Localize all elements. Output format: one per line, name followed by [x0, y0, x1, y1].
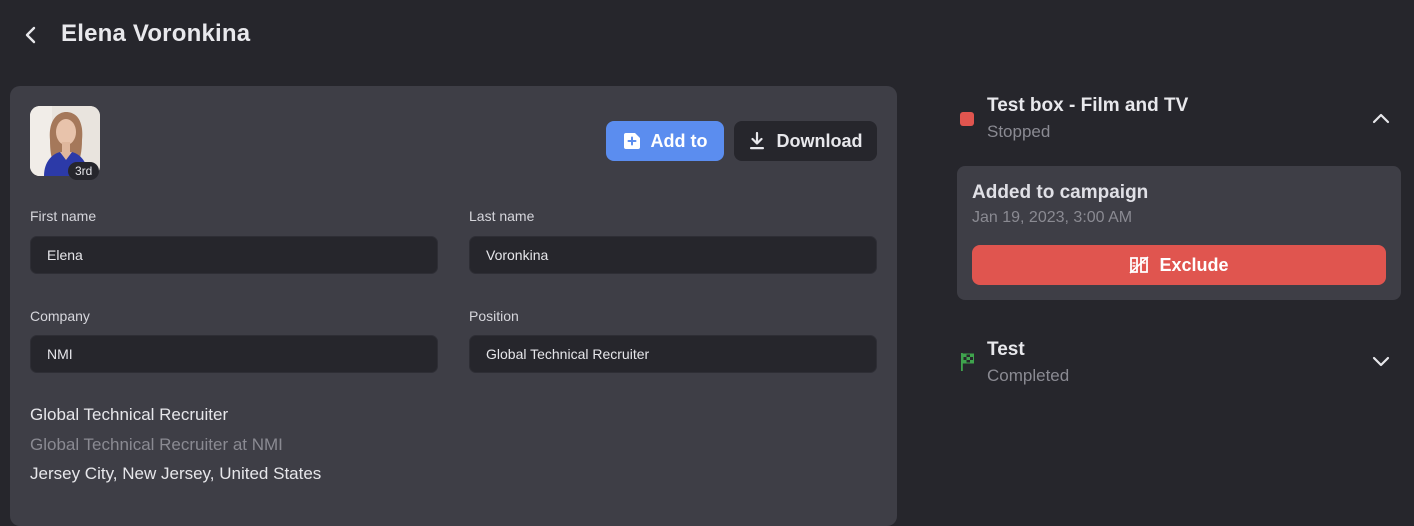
- campaign-item-test-box[interactable]: Test box - Film and TV Stopped: [958, 86, 1398, 156]
- finish-flag-icon: [961, 353, 974, 371]
- campaign-status: Completed: [987, 366, 1070, 385]
- chevron-down-icon[interactable]: [1370, 350, 1392, 372]
- company-field[interactable]: NMI: [30, 335, 438, 373]
- download-button[interactable]: Download: [734, 121, 877, 161]
- first-name-field[interactable]: Elena: [30, 236, 438, 274]
- exclude-icon: [1129, 256, 1150, 274]
- add-to-icon: [623, 133, 640, 149]
- campaign-event-title: Added to campaign: [972, 182, 1149, 203]
- campaign-status: Stopped: [987, 122, 1051, 141]
- position-field[interactable]: Global Technical Recruiter: [469, 335, 877, 373]
- page-header: Elena Voronkina: [0, 0, 1414, 72]
- campaign-details-panel: Added to campaign Jan 19, 2023, 3:00 AM …: [957, 166, 1401, 300]
- add-to-label: Add to: [650, 130, 708, 151]
- chevron-up-icon[interactable]: [1370, 108, 1392, 130]
- campaign-item-test[interactable]: Test Completed: [958, 330, 1398, 400]
- last-name-label: Last name: [469, 208, 535, 224]
- location: Jersey City, New Jersey, United States: [30, 464, 322, 483]
- download-icon: [749, 132, 764, 150]
- exclude-label: Exclude: [1159, 254, 1229, 275]
- headline: Global Technical Recruiter: [30, 405, 229, 424]
- company-label: Company: [30, 308, 90, 324]
- campaign-title: Test box - Film and TV: [987, 95, 1189, 116]
- headline-company: Global Technical Recruiter at NMI: [30, 435, 283, 454]
- stopped-status-icon: [960, 112, 974, 126]
- last-name-field[interactable]: Voronkina: [469, 236, 877, 274]
- position-label: Position: [469, 308, 519, 324]
- back-arrow-icon: [25, 26, 36, 44]
- avatar-container: 3rd: [30, 106, 102, 180]
- add-to-button[interactable]: Add to: [606, 121, 724, 161]
- exclude-button[interactable]: Exclude: [972, 245, 1386, 285]
- back-button[interactable]: [18, 22, 44, 48]
- profile-card: 3rd Add to Download First name Elena Las…: [10, 86, 897, 526]
- campaign-event-date: Jan 19, 2023, 3:00 AM: [972, 209, 1133, 226]
- connection-degree-badge: 3rd: [68, 162, 100, 180]
- campaign-title: Test: [987, 339, 1025, 360]
- page-title: Elena Voronkina: [61, 20, 251, 47]
- first-name-label: First name: [30, 208, 97, 224]
- download-label: Download: [776, 130, 863, 151]
